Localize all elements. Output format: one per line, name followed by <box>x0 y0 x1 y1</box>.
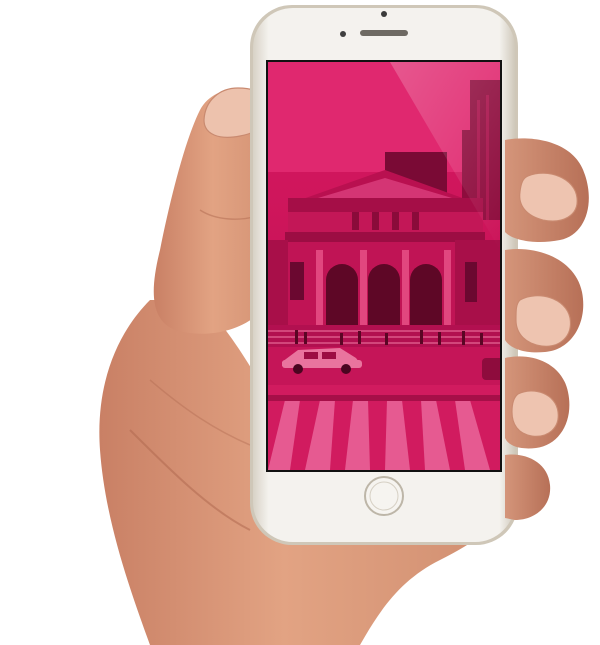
scene-illustration <box>99 5 589 645</box>
hand-fingers <box>505 138 589 520</box>
phone-in-hand-scene <box>0 0 600 645</box>
home-button[interactable] <box>364 476 404 516</box>
proximity-sensor <box>340 31 346 37</box>
screen-photo <box>268 62 500 470</box>
front-camera-icon <box>381 11 387 17</box>
earpiece-speaker <box>360 30 408 36</box>
smartphone <box>250 5 518 545</box>
